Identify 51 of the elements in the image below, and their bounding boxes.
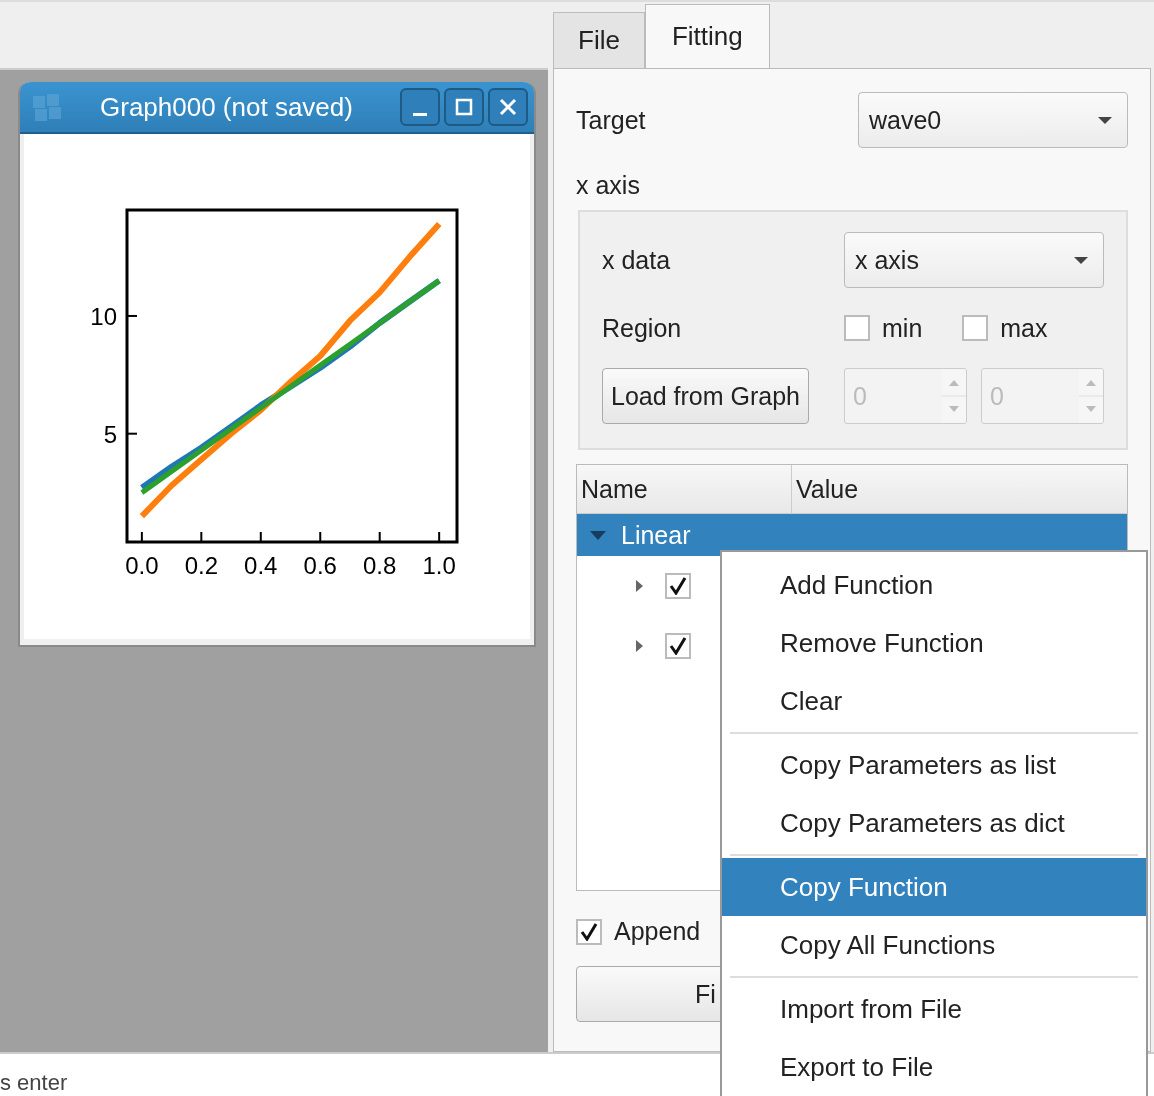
tab[interactable]: File [553, 12, 645, 68]
menu-item[interactable]: Copy Parameters as list [722, 736, 1146, 794]
expand-arrow-icon[interactable] [633, 638, 645, 654]
axis-tick-label: 10 [90, 302, 117, 330]
minimize-button[interactable] [400, 88, 440, 126]
append-checkbox[interactable] [576, 918, 602, 945]
menu-item[interactable]: Export to File [722, 1038, 1146, 1096]
menu-item[interactable]: Copy Function [722, 858, 1146, 916]
column-header: Value [795, 473, 859, 505]
region-label: Region [602, 313, 682, 343]
max-checkbox[interactable] [962, 315, 989, 341]
checkbox-label: Append [614, 917, 701, 946]
collapse-arrow-icon[interactable] [589, 529, 607, 541]
menu-item[interactable]: Remove Function [722, 614, 1146, 672]
column-header: Name [577, 465, 792, 513]
min-checkbox[interactable] [844, 315, 870, 341]
parameter-checkbox[interactable] [665, 573, 691, 599]
dropdown-arrow-icon [1073, 255, 1089, 265]
menu-item[interactable]: Import from File [722, 980, 1146, 1038]
spin-arrows-icon [942, 369, 966, 423]
axis-tick-label: 0.4 [244, 552, 278, 579]
spin-arrows-icon [1079, 369, 1103, 423]
checkbox-label: max [1000, 313, 1048, 343]
x-data-dropdown[interactable]: x axis [844, 232, 1104, 288]
expand-arrow-icon[interactable] [633, 578, 645, 594]
menu-item[interactable]: Add Function [722, 556, 1146, 614]
target-dropdown[interactable]: wave0 [858, 92, 1128, 148]
axis-tick-label: 0.2 [184, 552, 218, 579]
status-text: s enter [0, 1070, 68, 1096]
maximize-button[interactable] [444, 88, 484, 126]
target-label: Target [576, 105, 646, 135]
checkbox-label: min [882, 313, 923, 343]
dropdown-arrow-icon [1097, 115, 1113, 125]
menu-item[interactable]: Clear [722, 672, 1146, 730]
menu-item[interactable]: Copy All Functions [722, 916, 1146, 974]
axis-tick-label: 1.0 [422, 552, 456, 579]
parameter-checkbox[interactable] [665, 633, 691, 659]
menu-item[interactable]: Copy Parameters as dict [722, 794, 1146, 852]
window-title: Graph000 (not saved) [100, 91, 354, 123]
axis-tick-label: 0.8 [363, 552, 397, 579]
axis-tick-label: 0.0 [125, 552, 159, 579]
maximize-icon [455, 98, 473, 116]
close-icon [499, 98, 517, 116]
load-from-graph-button[interactable]: Load from Graph [602, 368, 809, 424]
minimize-icon [413, 112, 427, 116]
tab[interactable]: Fitting [644, 4, 770, 68]
close-button[interactable] [488, 88, 528, 126]
axis-tick-label: 5 [103, 420, 117, 448]
x-data-label: x data [602, 245, 671, 275]
axis-tick-label: 0.6 [303, 552, 337, 579]
section-label: x axis [576, 171, 641, 200]
